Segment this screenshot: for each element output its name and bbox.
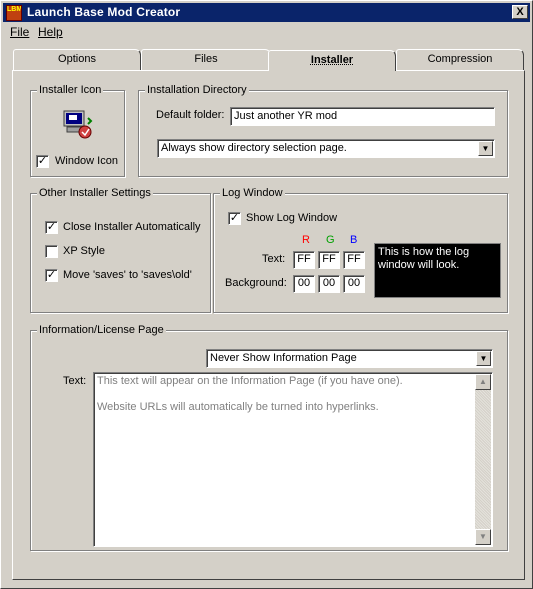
xp-style-label: XP Style (63, 245, 105, 257)
installation-directory-group: Installation Directory Default folder: J… (138, 84, 508, 177)
info-page-group: Information/License Page Never Show Info… (30, 324, 508, 551)
bg-r-input[interactable]: 00 (293, 275, 315, 293)
tab-options[interactable]: Options (13, 49, 141, 70)
info-page-mode-value: Never Show Information Page (210, 352, 357, 364)
other-settings-group-title: Other Installer Settings (37, 187, 153, 199)
directory-mode-value: Always show directory selection page. (161, 142, 347, 154)
log-preview-box: This is how the log window will look. (374, 243, 501, 298)
window-icon-checkbox[interactable]: ✓ (36, 155, 49, 168)
red-channel-label: R (302, 234, 310, 246)
text-b-input[interactable]: FF (343, 251, 365, 269)
move-saves-label: Move 'saves' to 'saves\old' (63, 269, 192, 281)
app-window: LBMC Launch Base Mod Creator X File Help… (0, 0, 533, 589)
info-page-group-title: Information/License Page (37, 324, 166, 336)
background-color-label: Background: (225, 277, 287, 289)
log-preview-line-2: window will look. (378, 259, 460, 271)
bg-b-input[interactable]: 00 (343, 275, 365, 293)
tab-installer-label: Installer (310, 54, 354, 66)
close-button[interactable]: X (512, 5, 528, 19)
window-title: Launch Base Mod Creator (27, 5, 181, 19)
log-window-group-title: Log Window (220, 187, 285, 199)
tab-files[interactable]: Files (141, 49, 271, 70)
default-folder-input[interactable]: Just another YR mod (230, 107, 495, 126)
tab-options-label: Options (58, 53, 96, 65)
menu-bar: File Help (3, 23, 530, 41)
info-page-mode-select[interactable]: Never Show Information Page ▼ (206, 349, 493, 368)
other-settings-group: Other Installer Settings ✓ Close Install… (30, 187, 211, 313)
title-bar[interactable]: LBMC Launch Base Mod Creator X (3, 3, 530, 22)
info-text-line-1: This text will appear on the Information… (97, 375, 403, 387)
installer-tab-panel: Installer Icon ✓ Window Icon Installatio… (12, 70, 525, 580)
chevron-down-icon[interactable]: ▼ (478, 141, 493, 156)
log-window-group: Log Window ✓ Show Log Window R G B Text:… (213, 187, 508, 313)
green-channel-label: G (326, 234, 335, 246)
tab-files-label: Files (194, 53, 218, 65)
window-icon-label: Window Icon (55, 155, 118, 167)
text-r-input[interactable]: FF (293, 251, 315, 269)
info-text-line-2: Website URLs will automatically be turne… (97, 401, 379, 413)
blue-channel-label: B (350, 234, 358, 246)
chevron-down-icon[interactable]: ▼ (476, 351, 491, 366)
xp-style-checkbox[interactable] (45, 245, 58, 258)
show-log-window-label: Show Log Window (246, 212, 338, 224)
tab-compression-label: Compression (427, 53, 493, 65)
directory-mode-select[interactable]: Always show directory selection page. ▼ (157, 139, 495, 158)
show-log-window-checkbox[interactable]: ✓ (228, 212, 241, 225)
bg-g-input[interactable]: 00 (318, 275, 340, 293)
menu-help[interactable]: Help (38, 25, 63, 39)
info-text-label: Text: (63, 375, 87, 387)
scroll-down-icon[interactable]: ▼ (475, 529, 491, 545)
installer-icon-group: Installer Icon ✓ Window Icon (30, 84, 125, 177)
text-g-input[interactable]: FF (318, 251, 340, 269)
installer-icon-group-title: Installer Icon (37, 84, 104, 96)
text-color-label: Text: (262, 253, 286, 265)
installation-directory-group-title: Installation Directory (145, 84, 249, 96)
tab-installer[interactable]: Installer (268, 50, 396, 71)
info-text-area[interactable]: This text will appear on the Information… (93, 372, 493, 547)
installer-computer-icon (63, 110, 93, 139)
menu-file-label: File (10, 25, 30, 39)
move-saves-checkbox[interactable]: ✓ (45, 269, 58, 282)
info-text-scrollbar[interactable]: ▲ ▼ (475, 374, 491, 545)
scroll-up-icon[interactable]: ▲ (475, 374, 491, 390)
app-icon[interactable]: LBMC (6, 5, 22, 21)
log-preview-line-1: This is how the log (378, 246, 470, 258)
menu-help-label: Help (38, 25, 63, 39)
close-automatically-checkbox[interactable]: ✓ (45, 221, 58, 234)
default-folder-label: Default folder: (156, 109, 225, 121)
menu-file[interactable]: File (10, 25, 29, 39)
close-automatically-label: Close Installer Automatically (63, 221, 201, 233)
tab-compression[interactable]: Compression (396, 49, 524, 70)
